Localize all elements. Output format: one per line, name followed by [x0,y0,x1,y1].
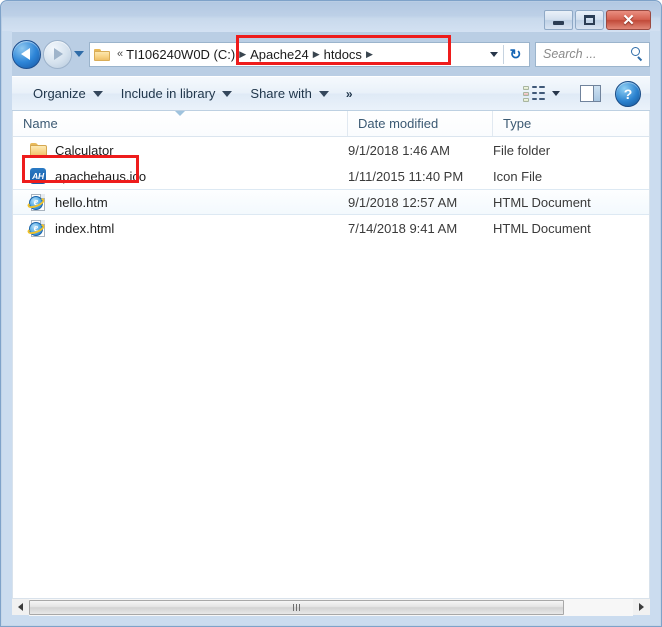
refresh-button[interactable]: ↻ [505,43,526,66]
maximize-button[interactable] [575,10,604,30]
maximize-icon [584,15,595,25]
share-with-button[interactable]: Share with [241,82,337,106]
column-header-name-label: Name [23,116,58,131]
back-arrow-icon [21,48,30,60]
explorer-screenshot: ✕ « TI106240W0D (C:) ▶ Apache24 ▶ htdocs… [0,0,662,627]
window-frame-left [2,31,12,625]
column-header-date-modified[interactable]: Date modified [348,111,493,136]
file-list-area: Name Date modified Type Calculator 9/1/2… [12,111,650,599]
recent-pages-button[interactable] [72,41,86,68]
share-with-label: Share with [250,86,312,101]
forward-arrow-icon [54,48,63,60]
file-name-label: Calculator [55,142,114,158]
search-box[interactable]: Search ... [535,41,650,67]
internet-explorer-document-icon: e [26,219,49,237]
address-history-dropdown-button[interactable] [485,43,502,66]
breadcrumb-separator-icon[interactable]: ▶ [239,49,246,59]
file-type-cell: Icon File [493,168,543,184]
sort-ascending-icon [175,111,185,116]
column-header-type[interactable]: Type [493,111,649,136]
breadcrumb-overflow-icon[interactable]: « [117,48,123,60]
include-in-library-label: Include in library [120,86,216,101]
arrow-right-icon [639,603,644,611]
scrollbar-track[interactable] [29,598,633,616]
breadcrumb-separator-icon[interactable]: ▶ [313,49,320,59]
forward-button[interactable] [43,39,72,69]
file-date-cell: 1/11/2015 11:40 PM [348,168,464,184]
chevron-down-icon [489,51,498,57]
organize-label: Organize [33,86,86,101]
breadcrumb-item-apache24[interactable]: Apache24 [250,47,309,62]
change-view-dropdown-button[interactable] [547,84,565,104]
column-header-date-label: Date modified [358,116,439,131]
table-row[interactable]: e index.html 7/14/2018 9:41 AM HTML Docu… [13,215,649,241]
column-header-row: Name Date modified Type [13,111,649,137]
file-name-cell[interactable]: e hello.htm [13,193,348,211]
file-name-cell[interactable]: Calculator [13,141,348,159]
address-bar-row: « TI106240W0D (C:) ▶ Apache24 ▶ htdocs ▶… [2,32,660,76]
scrollbar-thumb[interactable] [29,599,564,615]
table-row[interactable]: Calculator 9/1/2018 1:46 AM File folder [13,137,649,163]
toolbar-overflow-button[interactable]: » [338,87,361,101]
minimize-icon [553,21,564,25]
change-view-button[interactable] [523,85,545,103]
folder-icon [94,48,110,61]
preview-pane-button[interactable] [577,83,603,105]
chevron-down-icon [552,91,560,96]
close-button[interactable]: ✕ [606,10,651,30]
chevron-down-icon [74,51,84,57]
breadcrumb-separator-icon[interactable]: ▶ [366,49,373,59]
address-bar-divider [503,44,504,64]
explorer-window: ✕ « TI106240W0D (C:) ▶ Apache24 ▶ htdocs… [0,0,662,627]
window-controls: ✕ [544,10,651,30]
minimize-button[interactable] [544,10,573,30]
horizontal-scrollbar[interactable] [12,598,650,616]
internet-explorer-document-icon: e [26,193,49,211]
search-input[interactable]: Search ... [543,47,630,61]
toolbar-right-group: ? [523,80,650,107]
file-name-label: hello.htm [55,194,108,210]
scroll-left-button[interactable] [12,599,29,616]
breadcrumb-item-htdocs[interactable]: htdocs [324,47,362,62]
include-in-library-button[interactable]: Include in library [112,82,242,106]
breadcrumb-item-drive[interactable]: TI106240W0D (C:) [126,47,235,62]
arrow-left-icon [18,603,23,611]
file-date-cell: 9/1/2018 1:46 AM [348,142,450,158]
table-row[interactable]: e hello.htm 9/1/2018 12:57 AM HTML Docum… [13,189,649,215]
command-toolbar: Organize Include in library Share with » [12,76,650,111]
organize-button[interactable]: Organize [24,82,112,106]
close-icon: ✕ [622,11,635,29]
preview-pane-icon [579,85,601,102]
file-type-cell: HTML Document [493,220,591,236]
file-type-cell: File folder [493,142,551,158]
table-row[interactable]: AH apachehaus.ico 1/11/2015 11:40 PM Ico… [13,163,649,189]
window-frame-right [650,31,660,625]
file-date-cell: 7/14/2018 9:41 AM [348,220,458,236]
file-date-cell: 9/1/2018 12:57 AM [348,194,458,210]
chevron-down-icon [92,90,103,97]
file-name-label: apachehaus.ico [55,168,147,184]
address-bar[interactable]: « TI106240W0D (C:) ▶ Apache24 ▶ htdocs ▶… [89,41,530,67]
column-header-type-label: Type [503,116,532,131]
title-bar[interactable]: ✕ [2,2,660,32]
search-icon [630,47,644,61]
chevron-down-icon [318,90,329,97]
file-name-cell[interactable]: AH apachehaus.ico [13,167,348,185]
back-button[interactable] [12,39,41,69]
file-type-cell: HTML Document [493,194,591,210]
scrollbar-grip-icon [293,603,300,611]
file-name-cell[interactable]: e index.html [13,219,348,237]
folder-icon [29,141,49,159]
column-header-name[interactable]: Name [13,111,348,136]
file-name-label: index.html [55,220,115,236]
apachehaus-ico-icon: AH [29,167,49,185]
chevron-down-icon [222,90,233,97]
window-frame-bottom [2,615,660,625]
apachehaus-ico-icon-label: AH [30,168,46,184]
scroll-right-button[interactable] [633,599,650,616]
help-button[interactable]: ? [615,80,641,107]
